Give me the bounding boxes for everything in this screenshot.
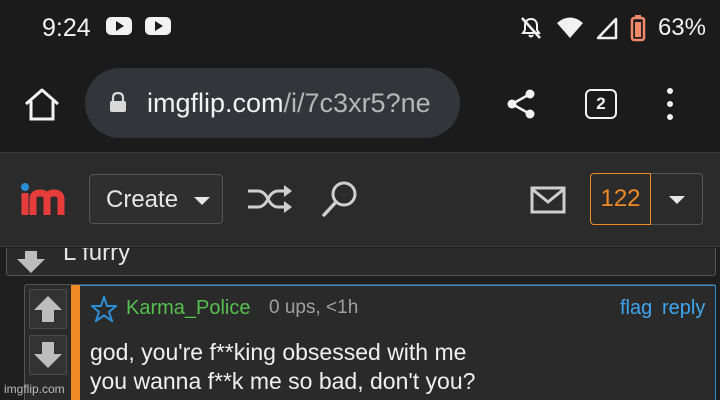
new-comment-indicator <box>71 285 80 400</box>
downvote-icon[interactable] <box>13 251 49 273</box>
shuffle-icon[interactable] <box>246 183 294 215</box>
comment-body: Karma_Police 0 ups, <1h flag reply god, … <box>80 285 716 400</box>
share-icon[interactable] <box>505 88 537 120</box>
notification-count-button[interactable]: 122 <box>590 173 651 225</box>
previous-comment: L furry <box>6 248 716 276</box>
comment-line: you wanna f**k me so bad, don't you? <box>90 368 476 394</box>
home-icon[interactable] <box>22 86 62 122</box>
watermark: imgflip.com <box>4 382 65 396</box>
battery-percentage: 63% <box>657 14 706 41</box>
status-bar: 9:24 63% <box>0 0 720 56</box>
upvote-button[interactable] <box>29 289 67 329</box>
create-button[interactable]: Create <box>89 174 223 224</box>
comment: Karma_Police 0 ups, <1h flag reply god, … <box>24 284 716 400</box>
url-host: imgflip.com <box>147 88 284 118</box>
site-nav: Create 122 <box>0 152 720 247</box>
mail-icon[interactable] <box>530 186 566 214</box>
comment-meta: 0 ups, <1h <box>269 297 359 318</box>
status-icons: 63% <box>518 10 706 46</box>
downvote-icon <box>34 342 62 368</box>
notifications-dropdown-button[interactable] <box>651 173 703 225</box>
url-text: imgflip.com/i/7c3xr5?ne <box>147 88 431 119</box>
mute-icon <box>521 17 541 39</box>
menu-icon[interactable] <box>660 86 680 122</box>
lock-icon <box>110 92 126 112</box>
search-icon[interactable] <box>320 179 360 219</box>
downvote-button[interactable] <box>29 335 67 375</box>
flag-link[interactable]: flag <box>620 297 652 320</box>
signal-icon <box>596 17 618 40</box>
status-time: 9:24 <box>42 14 91 42</box>
tabs-icon[interactable]: 2 <box>585 89 617 119</box>
previous-comment-text: L furry <box>63 248 131 266</box>
upvote-icon <box>34 296 62 322</box>
comment-text: god, you're f**king obsessed with me you… <box>90 338 475 396</box>
youtube-icon <box>145 17 171 35</box>
comments-section: L furry Karma_Police 0 ups, <1h flag rep… <box>0 248 720 400</box>
star-icon <box>91 296 117 322</box>
imgflip-logo[interactable] <box>20 179 70 219</box>
comment-username[interactable]: Karma_Police <box>126 297 251 320</box>
comment-line: god, you're f**king obsessed with me <box>90 339 467 365</box>
youtube-icon <box>106 17 132 35</box>
reply-link[interactable]: reply <box>662 297 705 320</box>
wifi-icon <box>556 17 583 38</box>
url-path: /i/7c3xr5?ne <box>283 88 431 118</box>
battery-icon <box>630 15 646 42</box>
chevron-down-icon <box>194 197 210 205</box>
address-bar[interactable]: imgflip.com/i/7c3xr5?ne <box>85 68 460 138</box>
browser-toolbar: imgflip.com/i/7c3xr5?ne 2 <box>0 56 720 152</box>
create-label: Create <box>106 186 179 213</box>
